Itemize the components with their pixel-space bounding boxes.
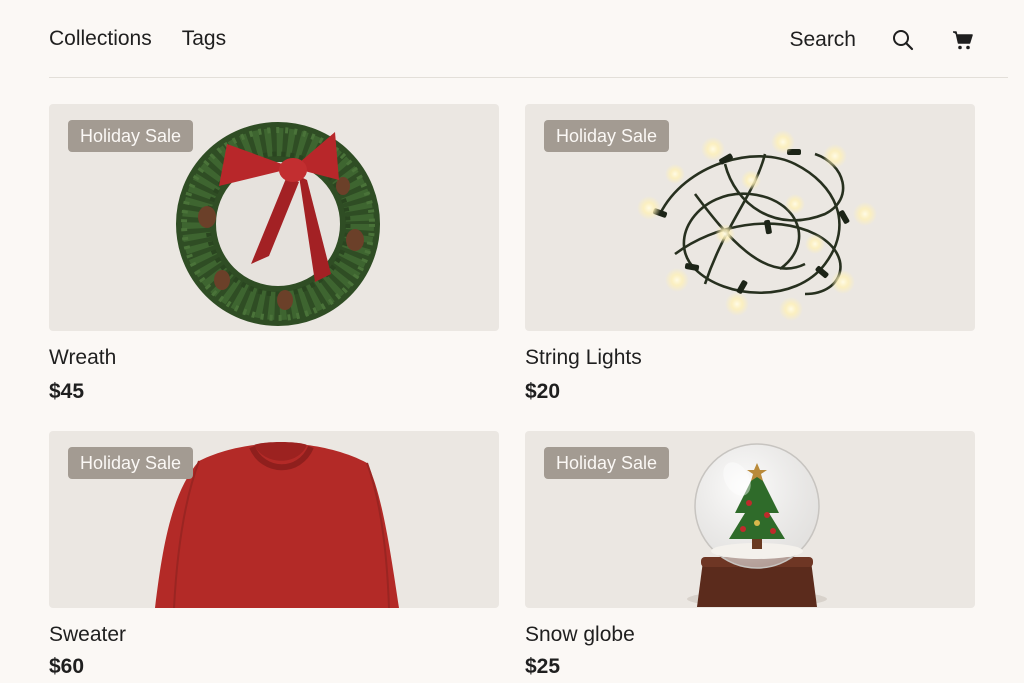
holiday-sale-badge: Holiday Sale bbox=[544, 447, 670, 479]
nav-link-tags[interactable]: Tags bbox=[182, 27, 226, 51]
holiday-sale-badge: Holiday Sale bbox=[68, 120, 194, 152]
product-card[interactable]: Holiday Sale Sweater $60 bbox=[49, 431, 499, 678]
nav-divider bbox=[49, 77, 1008, 78]
product-price: $20 bbox=[525, 380, 561, 403]
nav-link-search[interactable]: Search bbox=[789, 28, 856, 52]
cart-icon[interactable] bbox=[950, 27, 976, 53]
holiday-sale-badge: Holiday Sale bbox=[68, 447, 194, 479]
product-title[interactable]: String Lights bbox=[525, 346, 642, 370]
product-price: $60 bbox=[49, 655, 85, 678]
product-title[interactable]: Snow globe bbox=[525, 623, 635, 647]
top-nav: Collections Tags Search bbox=[0, 0, 1024, 78]
nav-link-collections[interactable]: Collections bbox=[49, 27, 152, 51]
product-image-snow-globe[interactable]: Holiday Sale bbox=[525, 431, 975, 608]
search-icon[interactable] bbox=[890, 27, 916, 53]
product-title[interactable]: Wreath bbox=[49, 346, 116, 370]
product-image-sweater[interactable]: Holiday Sale bbox=[49, 431, 499, 608]
nav-actions: Search bbox=[789, 27, 976, 53]
holiday-sale-badge: Holiday Sale bbox=[544, 120, 670, 152]
nav-links: Collections Tags bbox=[49, 27, 226, 51]
product-image-wreath[interactable]: Holiday Sale bbox=[49, 104, 499, 331]
product-card[interactable]: Holiday Sale Wreath $45 bbox=[49, 104, 499, 403]
product-card[interactable]: Holiday Sale String Lights $20 bbox=[525, 104, 975, 403]
product-price: $25 bbox=[525, 655, 561, 678]
product-price: $45 bbox=[49, 380, 85, 403]
product-title[interactable]: Sweater bbox=[49, 623, 126, 647]
product-image-string-lights[interactable]: Holiday Sale bbox=[525, 104, 975, 331]
product-card[interactable]: Holiday Sale Snow globe $25 bbox=[525, 431, 975, 678]
